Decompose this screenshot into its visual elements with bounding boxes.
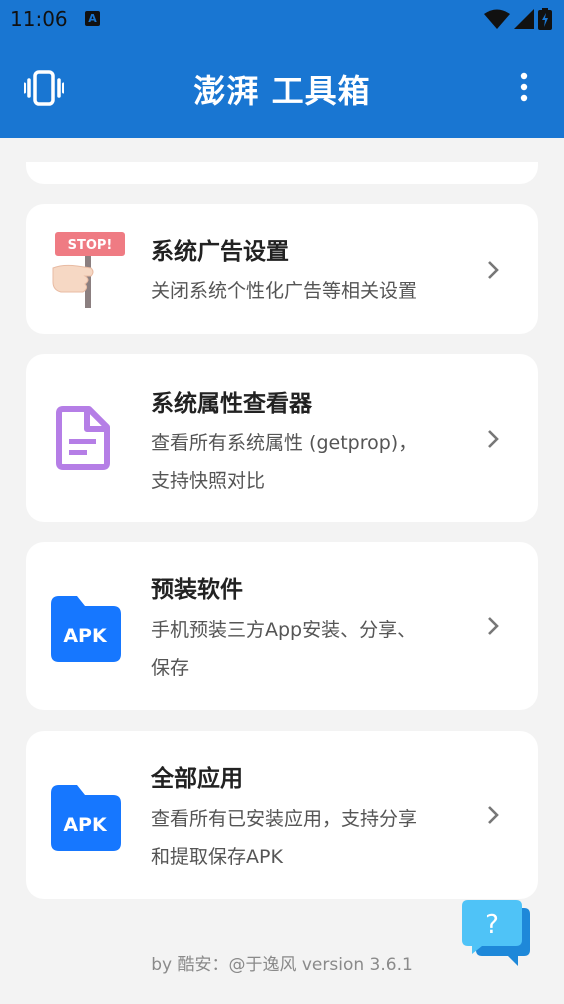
apk-folder-icon: APK xyxy=(51,785,121,851)
more-vert-icon[interactable] xyxy=(514,72,534,102)
stop-sign-icon: STOP! xyxy=(52,232,125,308)
chevron-right-icon xyxy=(488,617,499,635)
app-bar: 澎湃 工具箱 xyxy=(0,38,564,138)
status-bar: 11:06 A xyxy=(0,0,564,38)
card-all-apps[interactable]: APK 全部应用 查看所有已安装应用，支持分享 和提取保存APK xyxy=(26,731,538,899)
wifi-icon xyxy=(484,9,510,29)
card-desc: 查看所有系统属性 (getprop)， xyxy=(151,432,418,454)
card-desc-line2: 保存 xyxy=(151,657,190,679)
card-title: 系统广告设置 xyxy=(151,239,289,265)
help-icon[interactable]: ? xyxy=(460,900,534,970)
apk-label: APK xyxy=(63,814,108,836)
card-desc: 手机预装三方App安装、分享、 xyxy=(151,619,417,641)
chevron-right-icon xyxy=(488,261,499,279)
chevron-right-icon xyxy=(488,806,499,824)
apk-folder-icon: APK xyxy=(51,596,121,662)
card-title: 全部应用 xyxy=(151,766,243,792)
help-glyph: ? xyxy=(485,910,499,940)
document-icon xyxy=(56,406,110,470)
card-prop-viewer[interactable]: 系统属性查看器 查看所有系统属性 (getprop)， 支持快照对比 xyxy=(26,354,538,522)
notification-icon: A xyxy=(85,11,100,26)
card-desc: 查看所有已安装应用，支持分享 xyxy=(151,808,418,830)
card-title: 系统属性查看器 xyxy=(151,391,312,417)
signal-icon xyxy=(514,9,534,29)
status-icons xyxy=(484,8,552,30)
card-desc-line2: 和提取保存APK xyxy=(151,846,283,868)
card-preinstalled[interactable]: APK 预装软件 手机预装三方App安装、分享、 保存 xyxy=(26,542,538,710)
battery-icon xyxy=(538,8,552,30)
card-ad-settings[interactable]: STOP! 系统广告设置 关闭系统个性化广告等相关设置 xyxy=(26,204,538,334)
chevron-right-icon xyxy=(488,430,499,448)
scrolled-card-stub xyxy=(26,162,538,184)
card-desc-line2: 支持快照对比 xyxy=(151,470,266,492)
app-title: 澎湃 工具箱 xyxy=(193,72,371,110)
stop-sign-text: STOP! xyxy=(68,238,113,253)
apk-label: APK xyxy=(63,625,108,647)
card-desc: 关闭系统个性化广告等相关设置 xyxy=(151,280,418,302)
card-title: 预装软件 xyxy=(151,577,243,603)
status-time: 11:06 xyxy=(10,7,68,31)
